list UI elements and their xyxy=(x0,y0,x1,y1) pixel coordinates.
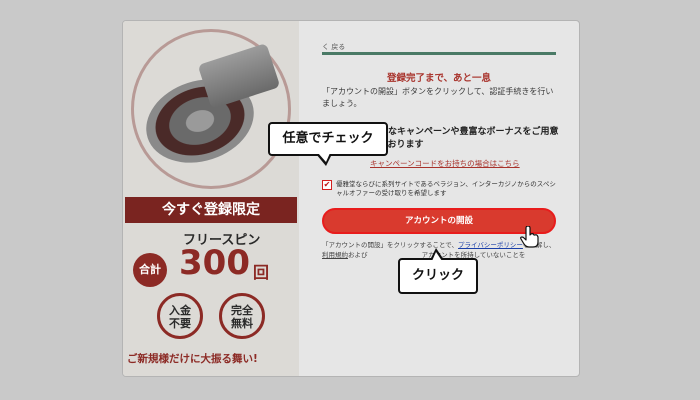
spin-count: 300 xyxy=(179,243,250,283)
callout-tail-inner xyxy=(432,252,442,261)
fully-free-badge: 完全 無料 xyxy=(219,293,265,339)
promo-tagline: ご新規様だけに大振る舞い! xyxy=(127,353,258,365)
optional-check-callout: 任意でチェック xyxy=(268,122,388,166)
no-deposit-line1: 入金 xyxy=(169,304,191,317)
terms-link[interactable]: 利用規約 xyxy=(322,251,348,259)
click-callout: クリック xyxy=(398,248,478,294)
promo-panel: 今すぐ登録限定 フリースピン 合計 300 回 入金 不要 完全 無料 ご新規様… xyxy=(123,21,299,376)
total-badge: 合計 xyxy=(133,253,167,287)
optional-check-callout-text: 任意でチェック xyxy=(282,131,374,146)
fully-free-line1: 完全 xyxy=(231,304,253,317)
optin-checkbox[interactable]: ✔ xyxy=(322,180,332,190)
form-description: 「アカウントの開設」ボタンをクリックして、認証手続きを行いましょう。 xyxy=(322,87,554,108)
no-deposit-line2: 不要 xyxy=(169,317,191,330)
progress-bar xyxy=(322,52,556,55)
fully-free-line2: 無料 xyxy=(231,317,253,330)
no-deposit-badge: 入金 不要 xyxy=(157,293,203,339)
pointer-hand-icon xyxy=(520,226,539,248)
promo-banner: 今すぐ登録限定 xyxy=(125,197,297,223)
click-callout-text: クリック xyxy=(411,268,464,283)
promo-message: 多彩なキャンペーンや豊富なボーナスをご用意しております xyxy=(370,127,559,150)
campaign-code-link[interactable]: キャンペーンコードをお持ちの場合はこちら xyxy=(370,158,520,169)
form-heading: 登録完了まで、あと一息 xyxy=(386,73,492,84)
spin-count-unit: 回 xyxy=(253,263,270,282)
optin-label[interactable]: 優雅堂ならびに系列サイトであるベラジョン、インターカジノからのスペシャルオファー… xyxy=(336,180,558,198)
privacy-policy-link[interactable]: プライバシーポリシー xyxy=(458,241,523,249)
callout-tail-inner xyxy=(318,153,330,162)
back-link[interactable]: く 戻る xyxy=(322,42,345,52)
